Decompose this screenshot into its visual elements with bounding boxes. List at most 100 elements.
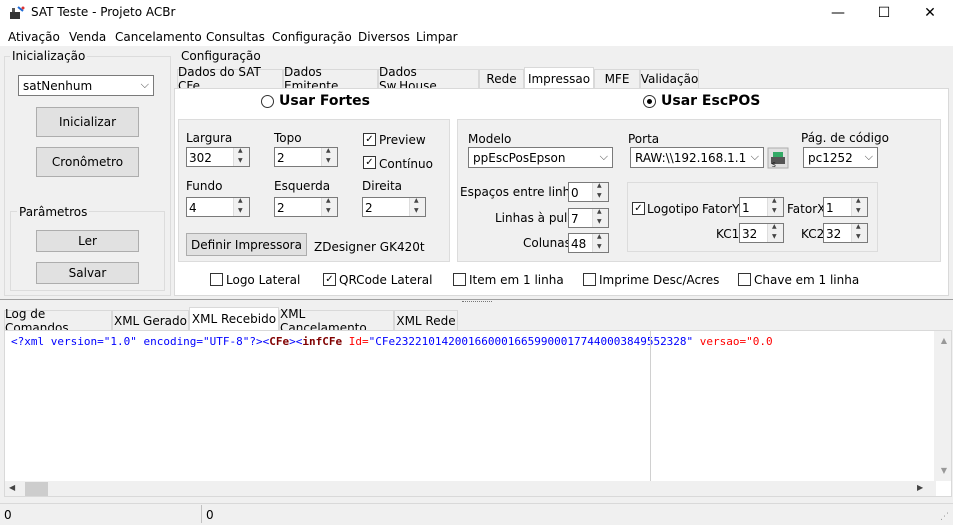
menu-venda[interactable]: Venda	[69, 30, 106, 44]
chevron-down-icon: ⌵	[140, 78, 149, 91]
tab-xml-rede[interactable]: XML Rede	[394, 310, 458, 330]
logo-lateral-checkbox[interactable]	[210, 273, 223, 286]
tab-xml-cancelamento[interactable]: XML Cancelamento	[279, 307, 394, 335]
esquerda-spin[interactable]: 2	[274, 197, 338, 217]
preview-checkbox[interactable]: ✓	[363, 133, 376, 146]
window-title: SAT Teste - Projeto ACBr	[31, 5, 176, 19]
resize-grip-icon[interactable]: ⋰	[940, 512, 949, 522]
spin-arrows-icon[interactable]	[851, 197, 867, 216]
spin-arrows-icon[interactable]	[851, 223, 867, 242]
colunas-spin[interactable]: 48	[568, 233, 609, 253]
radio-usar-escpos[interactable]	[643, 95, 656, 108]
linhas-spin[interactable]: 7	[568, 208, 609, 228]
topo-spin[interactable]: 2	[274, 147, 338, 167]
menu-diversos[interactable]: Diversos	[358, 30, 410, 44]
modelo-select[interactable]: ppEscPosEpson ⌵	[468, 147, 613, 168]
spin-arrows-icon[interactable]	[409, 197, 425, 216]
splitter[interactable]	[0, 299, 953, 300]
spin-arrows-icon[interactable]	[233, 197, 249, 216]
scroll-up-icon[interactable]: ▲	[941, 336, 947, 345]
espacos-spin[interactable]: 0	[568, 182, 609, 202]
scroll-left-icon[interactable]: ◀	[9, 483, 15, 492]
minimize-button[interactable]: —	[815, 0, 861, 26]
read-button[interactable]: Ler	[36, 230, 139, 252]
kc1-value: 32	[742, 227, 758, 241]
pagcod-select[interactable]: pc1252 ⌵	[803, 147, 878, 168]
colunas-label: Colunas	[523, 236, 571, 250]
kc2-spin[interactable]: 32	[823, 223, 868, 243]
xml-bracket: ><	[289, 335, 303, 348]
menu-limpar[interactable]: Limpar	[416, 30, 458, 44]
porta-select[interactable]: RAW:\\192.168.1.199\⌵	[630, 147, 764, 168]
tab-xml-recebido[interactable]: XML Recebido	[189, 307, 279, 330]
fundo-value: 4	[189, 201, 197, 215]
direita-spin[interactable]: 2	[362, 197, 426, 217]
init-button[interactable]: Inicializar	[36, 107, 139, 137]
qrcode-lateral-checkbox[interactable]: ✓	[323, 273, 336, 286]
imprime-desc-checkbox[interactable]	[583, 273, 596, 286]
chave-1-linha-checkbox[interactable]	[738, 273, 751, 286]
continuo-label: Contínuo	[379, 157, 433, 171]
largura-label: Largura	[186, 131, 233, 145]
porta-value: RAW:\\192.168.1.199\	[635, 151, 747, 165]
status-divider	[201, 505, 202, 523]
printer-search-icon[interactable]: S	[767, 147, 789, 169]
menu-configuracao[interactable]: Configuração	[272, 30, 352, 44]
continuo-checkbox[interactable]: ✓	[363, 156, 376, 169]
close-button[interactable]: ✕	[907, 0, 953, 26]
xml-editor[interactable]: <?xml version="1.0" encoding="UTF-8"?><C…	[4, 330, 952, 497]
fatory-label: FatorY	[702, 202, 740, 216]
timer-button[interactable]: Cronômetro	[36, 147, 139, 177]
spin-arrows-icon[interactable]	[592, 182, 608, 201]
porta-label: Porta	[628, 132, 660, 146]
largura-spin[interactable]: 302	[186, 147, 250, 167]
item-1-linha-checkbox[interactable]	[453, 273, 466, 286]
tab-rede[interactable]: Rede	[479, 69, 524, 88]
preview-label: Preview	[379, 133, 426, 147]
spin-arrows-icon[interactable]	[233, 147, 249, 166]
qrcode-lateral-label: QRCode Lateral	[339, 273, 433, 287]
chevron-down-icon: ⌵	[864, 150, 873, 163]
horizontal-scrollbar[interactable]	[5, 481, 936, 496]
modelo-label: Modelo	[468, 132, 512, 146]
spin-arrows-icon[interactable]	[767, 223, 783, 242]
topo-label: Topo	[274, 131, 302, 145]
fatorx-spin[interactable]: 1	[823, 197, 868, 217]
tab-xml-gerado[interactable]: XML Gerado	[112, 310, 189, 330]
spin-arrows-icon[interactable]	[321, 197, 337, 216]
tab-dados-swhouse[interactable]: Dados Sw.House	[378, 65, 479, 93]
kc1-label: KC1	[716, 227, 740, 241]
spin-arrows-icon[interactable]	[321, 147, 337, 166]
spin-arrows-icon[interactable]	[767, 197, 783, 216]
radio-usar-fortes[interactable]	[261, 95, 274, 108]
menu-consultas[interactable]: Consultas	[206, 30, 265, 44]
tab-dados-sat[interactable]: Dados do SAT CFe	[177, 65, 283, 93]
define-printer-button[interactable]: Definir Impressora	[186, 233, 307, 256]
fatory-spin[interactable]: 1	[739, 197, 784, 217]
tab-dados-emitente[interactable]: Dados Emitente	[283, 65, 378, 93]
vertical-scrollbar[interactable]	[934, 331, 951, 481]
scroll-down-icon[interactable]: ▼	[941, 466, 947, 475]
horizontal-scroll-thumb[interactable]	[25, 482, 48, 496]
tab-mfe[interactable]: MFE	[594, 69, 640, 88]
menu-ativacao[interactable]: Ativação	[8, 30, 60, 44]
tab-log-comandos[interactable]: Log de Comandos	[4, 307, 112, 335]
fundo-spin[interactable]: 4	[186, 197, 250, 217]
espacos-value: 0	[571, 186, 579, 200]
logotipo-checkbox[interactable]: ✓	[632, 202, 645, 215]
linhas-label: Linhas à pular	[495, 211, 580, 225]
status-right: 0	[206, 508, 214, 522]
spin-arrows-icon[interactable]	[592, 233, 608, 252]
splitter-grip-icon[interactable]	[462, 301, 492, 303]
spin-arrows-icon[interactable]	[592, 208, 608, 227]
maximize-button[interactable]: ☐	[861, 0, 907, 26]
save-button[interactable]: Salvar	[36, 262, 139, 284]
chevron-down-icon: ⌵	[599, 150, 608, 163]
sat-model-select[interactable]: satNenhum ⌵	[18, 75, 154, 96]
chave-1-linha-label: Chave em 1 linha	[754, 273, 860, 287]
tab-validacao[interactable]: Validação	[640, 69, 699, 88]
kc1-spin[interactable]: 32	[739, 223, 784, 243]
tab-impressao[interactable]: Impressao	[524, 67, 594, 89]
scroll-right-icon[interactable]: ▶	[917, 483, 923, 492]
menu-cancelamento[interactable]: Cancelamento	[115, 30, 202, 44]
